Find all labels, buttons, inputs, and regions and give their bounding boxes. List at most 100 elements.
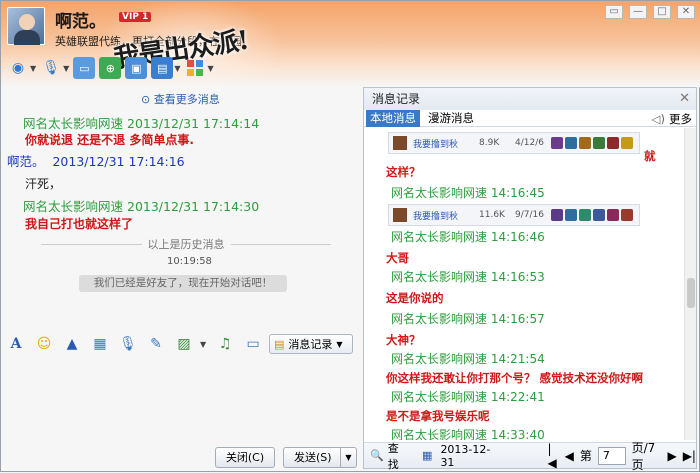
- chevron-down-icon[interactable]: ▼: [336, 340, 342, 349]
- message-header: 网名太长影响网速 2013/12/31 17:14:14: [23, 113, 259, 132]
- tab-local-messages[interactable]: 本地消息: [366, 109, 420, 127]
- message-record-button[interactable]: ▤ 消息记录 ▼: [269, 334, 353, 354]
- message-text: 汗死，: [25, 177, 62, 191]
- last-page-icon[interactable]: ▶|: [683, 449, 696, 463]
- record-icon: ▤: [274, 337, 285, 351]
- clock-icon: ⊙: [141, 93, 154, 106]
- chevron-down-icon[interactable]: ▼: [30, 64, 36, 73]
- more-label[interactable]: 更多: [669, 111, 692, 127]
- first-page-icon[interactable]: |◀: [548, 442, 559, 470]
- message-header: 网名太长影响网速 2013/12/31 17:14:30: [23, 196, 259, 215]
- voice-message-icon[interactable]: 🎙: [119, 336, 137, 352]
- more-messages-link[interactable]: ⊙ 查看更多消息: [141, 91, 220, 107]
- panel-footer: 🔍 查找 ▦ 2013-12-31 |◀ ◀ 第 7 页/7页 ▶ ▶|: [364, 441, 696, 472]
- chevron-down-icon[interactable]: ▼: [174, 64, 180, 73]
- maximize-icon[interactable]: □: [653, 5, 671, 19]
- send-label[interactable]: 发送(S): [294, 451, 332, 464]
- game-gold: 8.9K: [479, 138, 500, 148]
- next-page-icon[interactable]: ▶: [667, 449, 676, 463]
- avatar[interactable]: [7, 7, 45, 45]
- close-icon[interactable]: ✕: [677, 5, 695, 19]
- close-icon[interactable]: ✕: [679, 88, 690, 110]
- font-icon[interactable]: A: [7, 336, 25, 352]
- vip-badge[interactable]: VIP 1: [119, 12, 152, 22]
- game-items: [551, 137, 633, 149]
- scroll-thumb[interactable]: [687, 278, 695, 308]
- minimize-icon[interactable]: —: [629, 5, 647, 19]
- screen-share-icon[interactable]: ▣: [125, 57, 148, 79]
- game-screenshot[interactable]: 我要撸到秋 11.6K 9/7/16: [388, 204, 640, 226]
- app-icon[interactable]: ▤: [151, 57, 174, 79]
- prev-page-icon[interactable]: ◀: [565, 449, 574, 463]
- history-log[interactable]: 我要撸到秋 8.9K 4/12/6 就 这样？ 网名太长影响网速 14:16:4…: [364, 128, 684, 440]
- magic-emoticon-icon[interactable]: ▦: [91, 336, 109, 352]
- system-notice: 我们已经是好友了，现在开始对话吧！: [79, 275, 287, 292]
- music-icon[interactable]: ♫: [216, 336, 234, 352]
- date-label[interactable]: 2013-12-31: [440, 443, 499, 469]
- log-text: 是不是拿我号娱乐呢: [386, 409, 490, 423]
- shake-icon[interactable]: ▲: [63, 336, 81, 352]
- log-sender: 网名太长影响网速 14:16:45: [391, 186, 545, 200]
- log-sender: 网名太长影响网速 14:21:54: [391, 352, 545, 366]
- message-sender[interactable]: 网名太长影响网速: [23, 199, 123, 214]
- history-divider: 以上是历史消息: [41, 236, 331, 252]
- chevron-down-icon[interactable]: ▼: [207, 64, 213, 73]
- page-navigation: |◀ ◀ 第 7 页/7页 ▶ ▶|: [548, 439, 697, 473]
- chat-message-area[interactable]: ⊙ 查看更多消息 网名太长影响网速 2013/12/31 17:14:14 你就…: [1, 87, 359, 332]
- chevron-down-icon[interactable]: ▼: [200, 340, 206, 349]
- scrollbar[interactable]: [684, 128, 696, 440]
- avatar-face: [19, 14, 35, 30]
- speaker-icon[interactable]: ◁): [652, 112, 665, 126]
- game-screenshot[interactable]: 我要撸到秋 8.9K 4/12/6: [388, 132, 640, 154]
- log-sender: 网名太长影响网速 14:16:46: [391, 230, 545, 244]
- search-icon[interactable]: 🔍: [370, 449, 384, 462]
- file-transfer-icon[interactable]: ▭: [73, 57, 96, 79]
- close-button[interactable]: 关闭(C): [215, 447, 275, 468]
- doodle-icon[interactable]: ✎: [147, 336, 165, 352]
- more-apps-icon[interactable]: [184, 57, 206, 79]
- contact-name[interactable]: 啊范。: [55, 7, 106, 32]
- log-sender: 网名太长影响网速 14:22:41: [391, 390, 545, 404]
- tab-roaming-messages[interactable]: 漫游消息: [424, 110, 478, 127]
- message-sender[interactable]: 网名太长影响网速: [23, 116, 123, 131]
- message-text: 我自己打也就这样了: [25, 217, 134, 231]
- skin-icon[interactable]: ▭: [605, 5, 623, 19]
- page-prefix: 第: [579, 449, 592, 463]
- log-sender: 网名太长影响网速 14:16:53: [391, 270, 545, 284]
- game-kda: 4/12/6: [515, 138, 544, 148]
- log-text: 大神？: [386, 333, 421, 347]
- log-text: 你这样我还敢让你打那个号？ 感觉技术还没你好啊: [386, 371, 644, 385]
- log-sender: 网名太长影响网速 14:16:57: [391, 312, 545, 326]
- log-text: 就: [644, 149, 656, 163]
- game-player-name: 我要撸到秋: [413, 211, 459, 222]
- header-toolbar: ◉ ▼ 🎙 ▼ ▭ ⊕ ▣ ▤ ▼ ▼: [7, 55, 214, 81]
- more-button[interactable]: ◁) 更多: [652, 111, 692, 127]
- chevron-down-icon[interactable]: ▼: [340, 448, 356, 467]
- more-messages-label[interactable]: 查看更多消息: [154, 93, 220, 106]
- game-items: [551, 209, 633, 221]
- message-header: 啊范。 2013/12/31 17:14:16: [7, 151, 185, 170]
- chevron-down-icon[interactable]: ▼: [63, 64, 69, 73]
- log-text: 这是你说的: [386, 291, 444, 305]
- message-history-panel: 消息记录 ✕ 本地消息 漫游消息 ◁) 更多 我要撸到秋 8.9K 4/12/6…: [363, 87, 697, 472]
- emoji-icon[interactable]: ☺: [35, 336, 53, 352]
- calendar-icon[interactable]: ▦: [422, 449, 432, 462]
- screenshot-icon[interactable]: ▭: [244, 336, 262, 352]
- champion-avatar: [393, 136, 407, 150]
- message-input[interactable]: [3, 359, 357, 439]
- page-input[interactable]: 7: [597, 446, 626, 465]
- game-kda: 9/7/16: [515, 210, 544, 220]
- avatar-body: [14, 30, 40, 45]
- message-sender[interactable]: 啊范。: [7, 154, 45, 169]
- window-controls: ▭ — □ ✕: [605, 5, 695, 19]
- video-call-icon[interactable]: ◉: [7, 57, 29, 79]
- game-player-name: 我要撸到秋: [413, 139, 459, 150]
- panel-title: 消息记录 ✕: [364, 88, 696, 110]
- remote-assist-icon[interactable]: ⊕: [99, 57, 122, 79]
- image-icon[interactable]: ▨: [175, 336, 193, 352]
- message-time: 2013/12/31 17:14:16: [52, 154, 185, 169]
- voice-call-icon[interactable]: 🎙: [40, 57, 62, 79]
- search-label[interactable]: 查找: [388, 440, 408, 472]
- send-button[interactable]: 发送(S) ▼: [283, 447, 357, 468]
- message-text: 你就说退 还是不退 多简单点事.: [25, 133, 194, 147]
